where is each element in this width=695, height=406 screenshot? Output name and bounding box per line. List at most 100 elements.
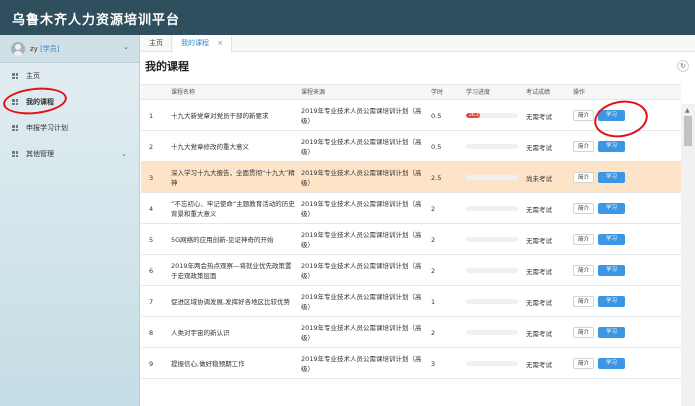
scroll-up-icon[interactable]: ▲ — [685, 107, 690, 114]
sidebar-item-study-plan[interactable]: 申报学习计划 — [0, 115, 139, 141]
tab-bar: 主页 我的课程 × — [141, 35, 695, 52]
course-hours: 2 — [431, 266, 436, 275]
course-hours: 2 — [431, 235, 436, 244]
sidebar-item-label: 其他管理 — [26, 150, 54, 158]
study-button[interactable]: 学习 — [598, 141, 626, 152]
exam-status: 无需考试 — [526, 143, 552, 152]
actions-cell: 简介 学习 — [573, 224, 629, 255]
progress-cell: 26.1 — [466, 100, 518, 131]
course-name: “不忘初心、牢记使命”主题教育活动的历史背景和重大意义 — [171, 199, 295, 218]
study-button[interactable]: 学习 — [598, 203, 626, 214]
study-button[interactable]: 学习 — [598, 327, 626, 338]
course-name: 十九大新党章对党员干部的新要求 — [171, 111, 269, 120]
progress-bar — [466, 144, 518, 149]
actions-cell: 简介 学习 — [573, 348, 629, 379]
tab-my-courses[interactable]: 我的课程 × — [173, 35, 233, 52]
course-hours: 1 — [431, 297, 436, 306]
intro-button[interactable]: 简介 — [573, 172, 595, 183]
exam-status: 无需考试 — [526, 236, 552, 245]
course-source: 2019年专业技术人员公需课培训计划（高级） — [301, 168, 422, 187]
table-row[interactable]: 4 “不忘初心、牢记使命”主题教育活动的历史背景和重大意义 2019年专业技术人… — [141, 193, 681, 224]
progress-cell — [466, 224, 518, 255]
scrollbar[interactable]: ▲ — [681, 104, 695, 406]
study-button[interactable]: 学习 — [598, 358, 626, 369]
study-button[interactable]: 学习 — [598, 172, 626, 183]
exam-status: 无需考试 — [526, 360, 552, 369]
row-number: 6 — [149, 266, 154, 275]
exam-status: 无需考试 — [526, 298, 552, 307]
sidebar-item-home[interactable]: 主页 — [0, 63, 139, 89]
intro-button[interactable]: 简介 — [573, 358, 595, 369]
intro-button[interactable]: 简介 — [573, 141, 595, 152]
progress-bar — [466, 361, 518, 366]
refresh-icon[interactable]: ↻ — [677, 60, 689, 72]
row-number: 9 — [149, 359, 154, 368]
course-source: 2019年专业技术人员公需课培训计划（高级） — [301, 261, 422, 280]
top-header: 乌鲁木齐人力资源培训平台 — [0, 0, 695, 35]
course-name: 2019年两会热点观察—将就业优先政策置于宏观政策层面 — [171, 261, 292, 280]
course-name: 促进区域协调发展,发挥好各地区比较优势 — [171, 297, 291, 306]
course-hours: 2.5 — [431, 173, 442, 182]
actions-cell: 简介 学习 — [573, 286, 629, 317]
avatar — [11, 42, 25, 56]
app-title: 乌鲁木齐人力资源培训平台 — [12, 13, 181, 28]
intro-button[interactable]: 简介 — [573, 110, 595, 121]
header-course-name: 课程名称 — [171, 89, 196, 96]
header-exam: 考试成绩 — [526, 89, 551, 96]
actions-cell: 简介 学习 — [573, 162, 629, 193]
intro-button[interactable]: 简介 — [573, 296, 595, 307]
intro-button[interactable]: 简介 — [573, 327, 595, 338]
intro-button[interactable]: 简介 — [573, 234, 595, 245]
progress-cell — [466, 162, 518, 193]
exam-status: 无需考试 — [526, 205, 552, 214]
study-button[interactable]: 学习 — [598, 234, 626, 245]
progress-cell — [466, 348, 518, 379]
intro-button[interactable]: 简介 — [573, 203, 595, 214]
course-name: 5G网络的应用创新-见证神奇的开始 — [171, 235, 274, 244]
exam-status: 无需考试 — [526, 112, 552, 121]
user-name-line: zy [学员] — [30, 44, 60, 54]
actions-cell: 简介 学习 — [573, 193, 629, 224]
table-row[interactable]: 9 提振信心,做好稳预期工作 2019年专业技术人员公需课培训计划（高级） 3 … — [141, 348, 681, 379]
sidebar-item-other-management[interactable]: 其他管理 ⌄ — [0, 141, 139, 167]
table-row[interactable]: 5 5G网络的应用创新-见证神奇的开始 2019年专业技术人员公需课培训计划（高… — [141, 224, 681, 255]
course-hours: 0.5 — [431, 111, 442, 120]
table-row[interactable]: 2 十九大党章修改的重大意义 2019年专业技术人员公需课培训计划（高级） 0.… — [141, 131, 681, 162]
tab-label: 我的课程 — [181, 39, 209, 47]
table-body: 1 十九大新党章对党员干部的新要求 2019年专业技术人员公需课培训计划（高级）… — [141, 100, 681, 379]
row-number: 3 — [149, 173, 154, 182]
row-number: 7 — [149, 297, 154, 306]
course-hours: 0.5 — [431, 142, 442, 151]
course-source: 2019年专业技术人员公需课培训计划（高级） — [301, 199, 422, 218]
course-hours: 2 — [431, 204, 436, 213]
table-row[interactable]: 7 促进区域协调发展,发挥好各地区比较优势 2019年专业技术人员公需课培训计划… — [141, 286, 681, 317]
table-header: 课程名称 课程来源 学时 学习进度 考试成绩 操作 — [141, 84, 681, 100]
user-panel[interactable]: zy [学员] ⌄ — [0, 35, 139, 63]
progress-bar — [466, 299, 518, 304]
course-name: 人类对宇宙的新认识 — [171, 328, 230, 337]
header-progress: 学习进度 — [466, 89, 491, 96]
chevron-down-icon: ⌄ — [121, 150, 127, 158]
page-title: 我的课程 — [145, 60, 189, 73]
exam-status: 无需考试 — [526, 267, 552, 276]
progress-cell — [466, 131, 518, 162]
header-course-source: 课程来源 — [301, 89, 326, 96]
table-row[interactable]: 8 人类对宇宙的新认识 2019年专业技术人员公需课培训计划（高级） 2 无需考… — [141, 317, 681, 348]
header-actions: 操作 — [573, 89, 586, 96]
progress-bar — [466, 206, 518, 211]
tab-home[interactable]: 主页 — [141, 35, 172, 52]
intro-button[interactable]: 简介 — [573, 265, 595, 276]
chevron-down-icon[interactable]: ⌄ — [123, 43, 129, 51]
study-button[interactable]: 学习 — [598, 296, 626, 307]
scroll-thumb[interactable] — [684, 116, 692, 146]
table-row[interactable]: 6 2019年两会热点观察—将就业优先政策置于宏观政策层面 2019年专业技术人… — [141, 255, 681, 286]
progress-cell — [466, 255, 518, 286]
grid-icon — [12, 73, 18, 79]
study-button[interactable]: 学习 — [598, 265, 626, 276]
course-source: 2019年专业技术人员公需课培训计划（高级） — [301, 292, 422, 311]
course-name: 深入学习十九大报告，全面贯彻“十九大”精神 — [171, 168, 295, 187]
user-name: zy — [30, 45, 38, 53]
close-icon[interactable]: × — [217, 39, 223, 47]
row-number: 4 — [149, 204, 154, 213]
table-row[interactable]: 3 深入学习十九大报告，全面贯彻“十九大”精神 2019年专业技术人员公需课培训… — [141, 162, 681, 193]
